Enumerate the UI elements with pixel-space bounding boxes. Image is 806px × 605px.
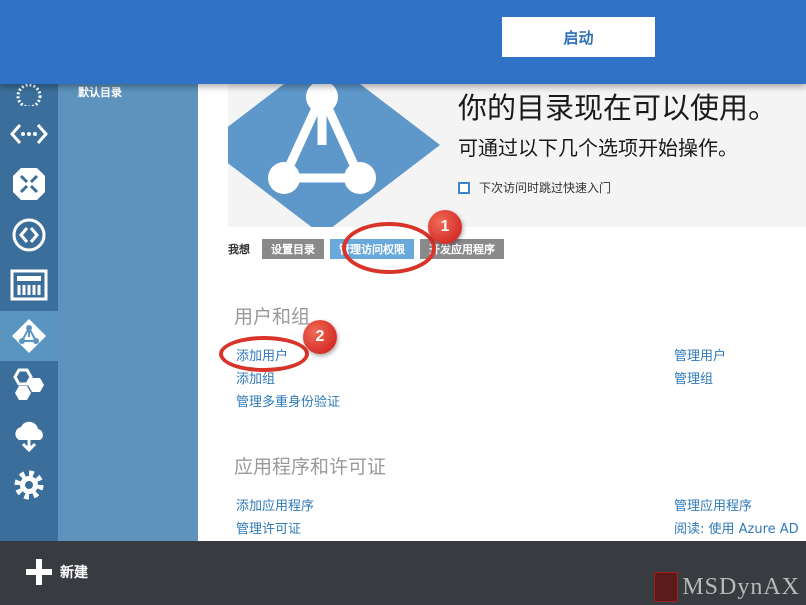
manage-groups-link[interactable]: 管理组: [674, 368, 713, 387]
skip-quickstart-checkbox[interactable]: [458, 181, 470, 194]
manage-licenses-link[interactable]: 管理许可证: [236, 518, 301, 537]
resize-icon: [13, 168, 45, 200]
network-icon: [12, 218, 46, 252]
watermark-text: MSDynAX: [682, 573, 800, 600]
skip-quickstart-option[interactable]: 下次访问时跳过快速入门: [458, 179, 611, 196]
annotation-oval-1: [342, 222, 436, 274]
hexagons-icon: [13, 368, 44, 400]
settings-icon: [14, 470, 44, 500]
read-azure-ad-link[interactable]: 阅读: 使用 Azure AD: [674, 518, 799, 537]
command-bar: 新建 MSDynAX: [0, 541, 806, 605]
hero-subtitle: 可通过以下几个选项开始操作。: [458, 136, 738, 160]
new-button[interactable]: 新建: [26, 559, 88, 585]
watermark: MSDynAX: [654, 572, 800, 602]
rail-item-settings[interactable]: [0, 460, 58, 510]
add-application-link[interactable]: 添加应用程序: [236, 495, 314, 514]
rail-item-resize[interactable]: [0, 159, 58, 209]
directory-name[interactable]: 默认目录: [78, 84, 122, 100]
hero-title: 你的目录现在可以使用。: [458, 91, 778, 125]
rail-item-directory[interactable]: [0, 311, 58, 361]
tab-configure-directory[interactable]: 设置目录: [262, 239, 324, 259]
apps-licenses-heading: 应用程序和许可证: [234, 456, 387, 478]
manage-mfa-link[interactable]: 管理多重身份验证: [236, 391, 340, 410]
start-button[interactable]: 启动: [502, 17, 655, 57]
annotation-oval-2: [219, 336, 309, 372]
dashboard-icon: [10, 269, 48, 301]
tabs-lead-label: 我想: [228, 243, 250, 256]
new-button-label: 新建: [60, 565, 88, 581]
plus-icon: [26, 559, 52, 585]
cloud-icon: [15, 421, 43, 452]
manage-users-link[interactable]: 管理用户: [674, 345, 726, 364]
rail-item-code[interactable]: [0, 109, 58, 159]
users-groups-heading: 用户和组: [234, 306, 311, 328]
quickstart-banner: 启动: [0, 0, 806, 84]
rail-item-network[interactable]: [0, 210, 58, 260]
watermark-logo-icon: [654, 572, 679, 602]
annotation-badge-2: 2: [303, 320, 337, 354]
directory-logo-icon: [228, 75, 440, 227]
rail-item-cloud[interactable]: [0, 410, 58, 460]
rail-item-dashboard[interactable]: [0, 260, 58, 310]
code-icon: [10, 124, 48, 144]
annotation-badge-1: 1: [428, 210, 462, 244]
directory-icon: [12, 319, 46, 353]
skip-quickstart-label: 下次访问时跳过快速入门: [479, 181, 612, 195]
hero-banner: 你的目录现在可以使用。 可通过以下几个选项开始操作。 下次访问时跳过快速入门: [228, 75, 806, 227]
manage-applications-link[interactable]: 管理应用程序: [674, 495, 752, 514]
rail-item-hexagons[interactable]: [0, 360, 58, 410]
